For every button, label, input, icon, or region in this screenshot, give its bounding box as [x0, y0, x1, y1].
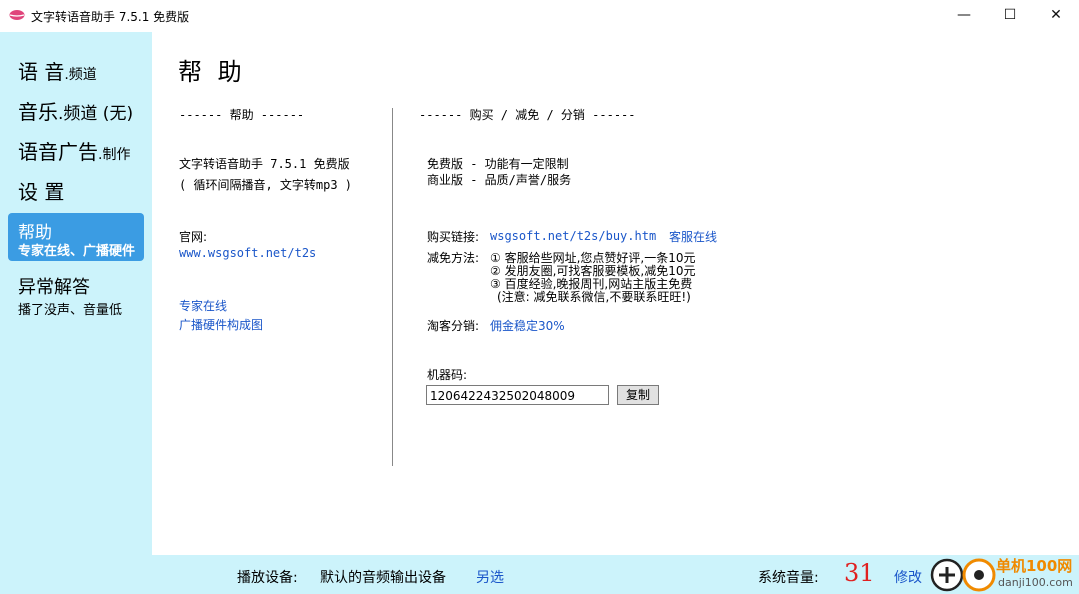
- help-section-header: ------ 帮助 ------: [179, 108, 305, 122]
- title-bar: 文字转语音助手 7.5.1 免费版 — ☐ ✕: [0, 0, 1079, 32]
- sidebar-item-settings[interactable]: 设 置: [18, 176, 154, 205]
- sidebar: 语 音.频道 音乐.频道 (无) 语音广告.制作 设 置 帮助 专家在线、广播硬…: [0, 32, 152, 555]
- distribution-link[interactable]: 佣金稳定30%: [490, 317, 565, 334]
- purchase-section-header: ------ 购买 / 减免 / 分销 ------: [419, 108, 636, 122]
- machine-code-field[interactable]: 1206422432502048009: [426, 385, 609, 405]
- sidebar-item-label: 语 音: [18, 60, 65, 84]
- sidebar-item-sub: .频道 (无): [58, 104, 134, 124]
- discount-label: 减免方法:: [427, 251, 480, 265]
- sidebar-item-sub: 播了没声、音量低: [18, 303, 123, 318]
- status-bar: 播放设备: 默认的音频输出设备 另选 系统音量: 31 修改: [0, 555, 1079, 594]
- sidebar-item-label: 语音广告: [18, 140, 98, 164]
- hardware-diagram-link[interactable]: 广播硬件构成图: [179, 316, 263, 333]
- sidebar-item-voice-channel[interactable]: 语 音.频道: [18, 56, 154, 85]
- free-edition-text: 免费版 - 功能有一定限制: [427, 157, 569, 171]
- sidebar-item-sub: 专家在线、广播硬件: [18, 244, 136, 259]
- sidebar-item-sub: .制作: [98, 147, 131, 163]
- expert-online-link[interactable]: 专家在线: [179, 297, 227, 314]
- website-label: 官网:: [179, 230, 208, 244]
- customer-service-link[interactable]: 客服在线: [669, 228, 717, 245]
- watermark-title: 单机100网: [996, 557, 1073, 575]
- minimize-button[interactable]: —: [941, 0, 987, 32]
- sidebar-item-sub: .频道: [64, 67, 97, 83]
- app-description-text: ( 循环间隔播音, 文字转mp3 ): [179, 178, 353, 192]
- sidebar-item-voice-ad[interactable]: 语音广告.制作: [18, 136, 154, 165]
- machine-code-label: 机器码:: [427, 368, 468, 382]
- lips-icon: [9, 10, 25, 20]
- buy-link-label: 购买链接:: [427, 230, 480, 244]
- maximize-icon: ☐: [1003, 7, 1017, 23]
- maximize-button[interactable]: ☐: [987, 0, 1033, 32]
- watermark-logo: 单机100网 danji100.com: [930, 555, 1079, 594]
- device-value: 默认的音频输出设备: [320, 570, 446, 586]
- close-button[interactable]: ✕: [1033, 0, 1079, 32]
- sidebar-item-troubleshoot[interactable]: 异常解答 播了没声、音量低: [18, 273, 154, 318]
- buy-link[interactable]: wsgsoft.net/t2s/buy.htm: [490, 229, 656, 243]
- sidebar-item-label: 音乐: [18, 100, 58, 124]
- minimize-icon: —: [957, 7, 971, 23]
- window-title: 文字转语音助手 7.5.1 免费版: [31, 10, 190, 24]
- volume-value: 31: [844, 559, 875, 587]
- change-device-link[interactable]: 另选: [476, 567, 504, 587]
- change-volume-link[interactable]: 修改: [894, 567, 922, 587]
- sidebar-item-music-channel[interactable]: 音乐.频道 (无): [18, 96, 154, 125]
- discount-note: (注意: 减免联系微信,不要联系旺旺!): [497, 290, 691, 304]
- page-title: 帮 助: [178, 58, 246, 86]
- distribution-label: 淘客分销:: [427, 319, 480, 333]
- pro-edition-text: 商业版 - 品质/声誉/服务: [427, 173, 572, 187]
- watermark-url: danji100.com: [998, 576, 1073, 589]
- sidebar-item-label: 异常解答: [18, 277, 90, 298]
- plus-icon: [930, 558, 964, 592]
- sidebar-item-label: 设 置: [18, 180, 65, 204]
- record-icon: [962, 558, 996, 592]
- sidebar-item-help[interactable]: 帮助 专家在线、广播硬件: [8, 213, 144, 261]
- volume-label: 系统音量:: [758, 570, 819, 586]
- website-link[interactable]: www.wsgsoft.net/t2s: [179, 246, 316, 260]
- app-version-text: 文字转语音助手 7.5.1 免费版: [179, 157, 350, 171]
- divider: [392, 108, 393, 466]
- close-icon: ✕: [1050, 7, 1062, 23]
- device-label: 播放设备:: [237, 570, 298, 586]
- copy-button[interactable]: 复制: [617, 385, 659, 405]
